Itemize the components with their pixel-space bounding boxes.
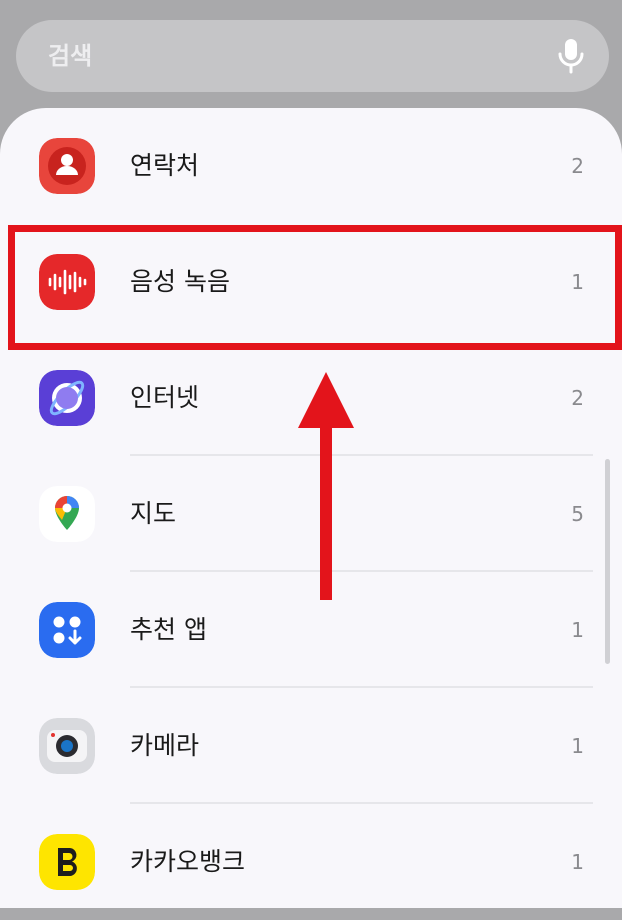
match-count: 2 <box>571 154 584 178</box>
contacts-icon <box>39 138 95 194</box>
camera-icon <box>39 718 95 774</box>
recommended-apps-icon <box>39 602 95 658</box>
match-count: 1 <box>571 618 584 642</box>
internet-icon <box>39 370 95 426</box>
annotation-highlight-box <box>8 225 622 350</box>
app-label: 인터넷 <box>130 383 200 412</box>
app-label: 지도 <box>130 499 177 528</box>
mic-icon[interactable] <box>557 38 585 74</box>
list-item-camera[interactable]: 카메라 1 <box>0 688 622 804</box>
match-count: 5 <box>571 502 584 526</box>
annotation-arrow-up-icon <box>298 372 354 600</box>
search-bar[interactable]: 검색 <box>16 20 609 92</box>
match-count: 1 <box>571 850 584 874</box>
app-label: 카카오뱅크 <box>130 847 246 876</box>
app-label: 연락처 <box>130 151 200 180</box>
match-count: 1 <box>571 734 584 758</box>
scrollbar[interactable] <box>605 459 610 664</box>
kakaobank-icon <box>39 834 95 890</box>
list-item-contacts[interactable]: 연락처 2 <box>0 108 622 224</box>
app-label: 카메라 <box>130 731 200 760</box>
match-count: 2 <box>571 386 584 410</box>
list-item-kakaobank[interactable]: 카카오뱅크 1 <box>0 804 622 920</box>
maps-icon <box>39 486 95 542</box>
search-placeholder: 검색 <box>48 42 93 70</box>
app-label: 추천 앱 <box>130 615 207 644</box>
